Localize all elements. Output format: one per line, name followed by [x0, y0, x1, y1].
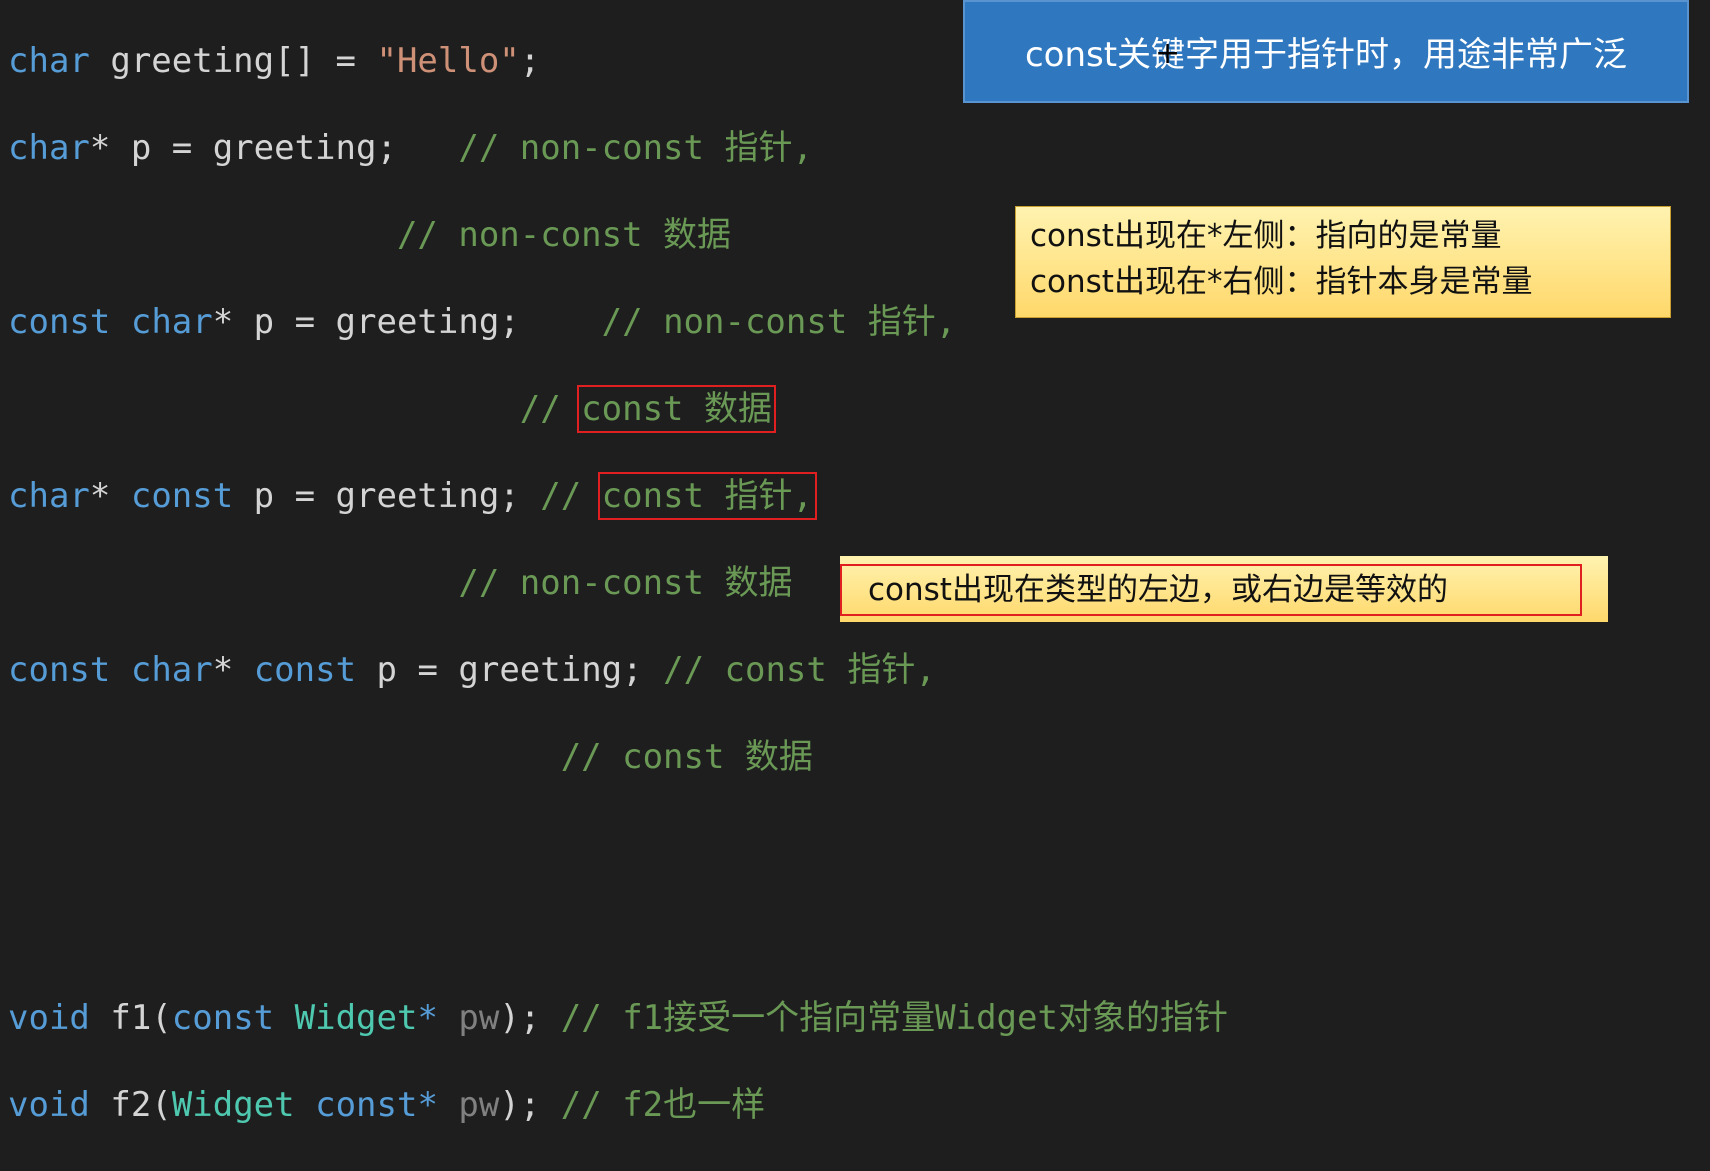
- highlight-box-const-pointer: const 指针,: [597, 471, 817, 520]
- comment: // non-const 数据: [396, 214, 732, 255]
- mouse-cursor-icon: +: [1155, 36, 1181, 71]
- string-literal: "Hello": [376, 40, 520, 81]
- comment: // const 指针,: [663, 649, 936, 690]
- comment: // f1接受一个指向常量Widget对象的指针: [560, 997, 1228, 1038]
- blue-callout: const关键字用于指针时，用途非常广泛: [963, 0, 1689, 103]
- code-line-2: char* p = greeting; // non-const 指针,: [8, 127, 813, 168]
- code-line-6: char* const p = greeting; // const 指针,: [8, 471, 817, 520]
- code-line-13: void f2(Widget const* pw); // f2也一样: [8, 1084, 766, 1125]
- comment: // const 数据: [560, 736, 813, 777]
- keyword: char: [8, 40, 90, 81]
- code-line-5: // const 数据: [519, 384, 776, 433]
- comment: // f2也一样: [560, 1084, 766, 1125]
- highlight-box-const-data: const 数据: [577, 384, 776, 433]
- yellow-callout-pointer-rule: const出现在*左侧：指向的是常量 const出现在*右侧：指针本身是常量: [1015, 206, 1671, 318]
- comment: // non-const 数据: [458, 562, 793, 603]
- code-line-12: void f1(const Widget* pw); // f1接受一个指向常量…: [8, 997, 1228, 1038]
- code-line-8: const char* const p = greeting; // const…: [8, 649, 936, 690]
- code-line-9: // const 数据: [8, 736, 1228, 780]
- yellow-callout-equivalence: const出现在类型的左边，或右边是等效的: [840, 556, 1608, 622]
- type-name: Widget: [294, 997, 418, 1038]
- comment: // non-const 指针,: [601, 301, 957, 342]
- type-name: Widget: [171, 1084, 295, 1125]
- comment: // non-const 指针,: [458, 127, 813, 168]
